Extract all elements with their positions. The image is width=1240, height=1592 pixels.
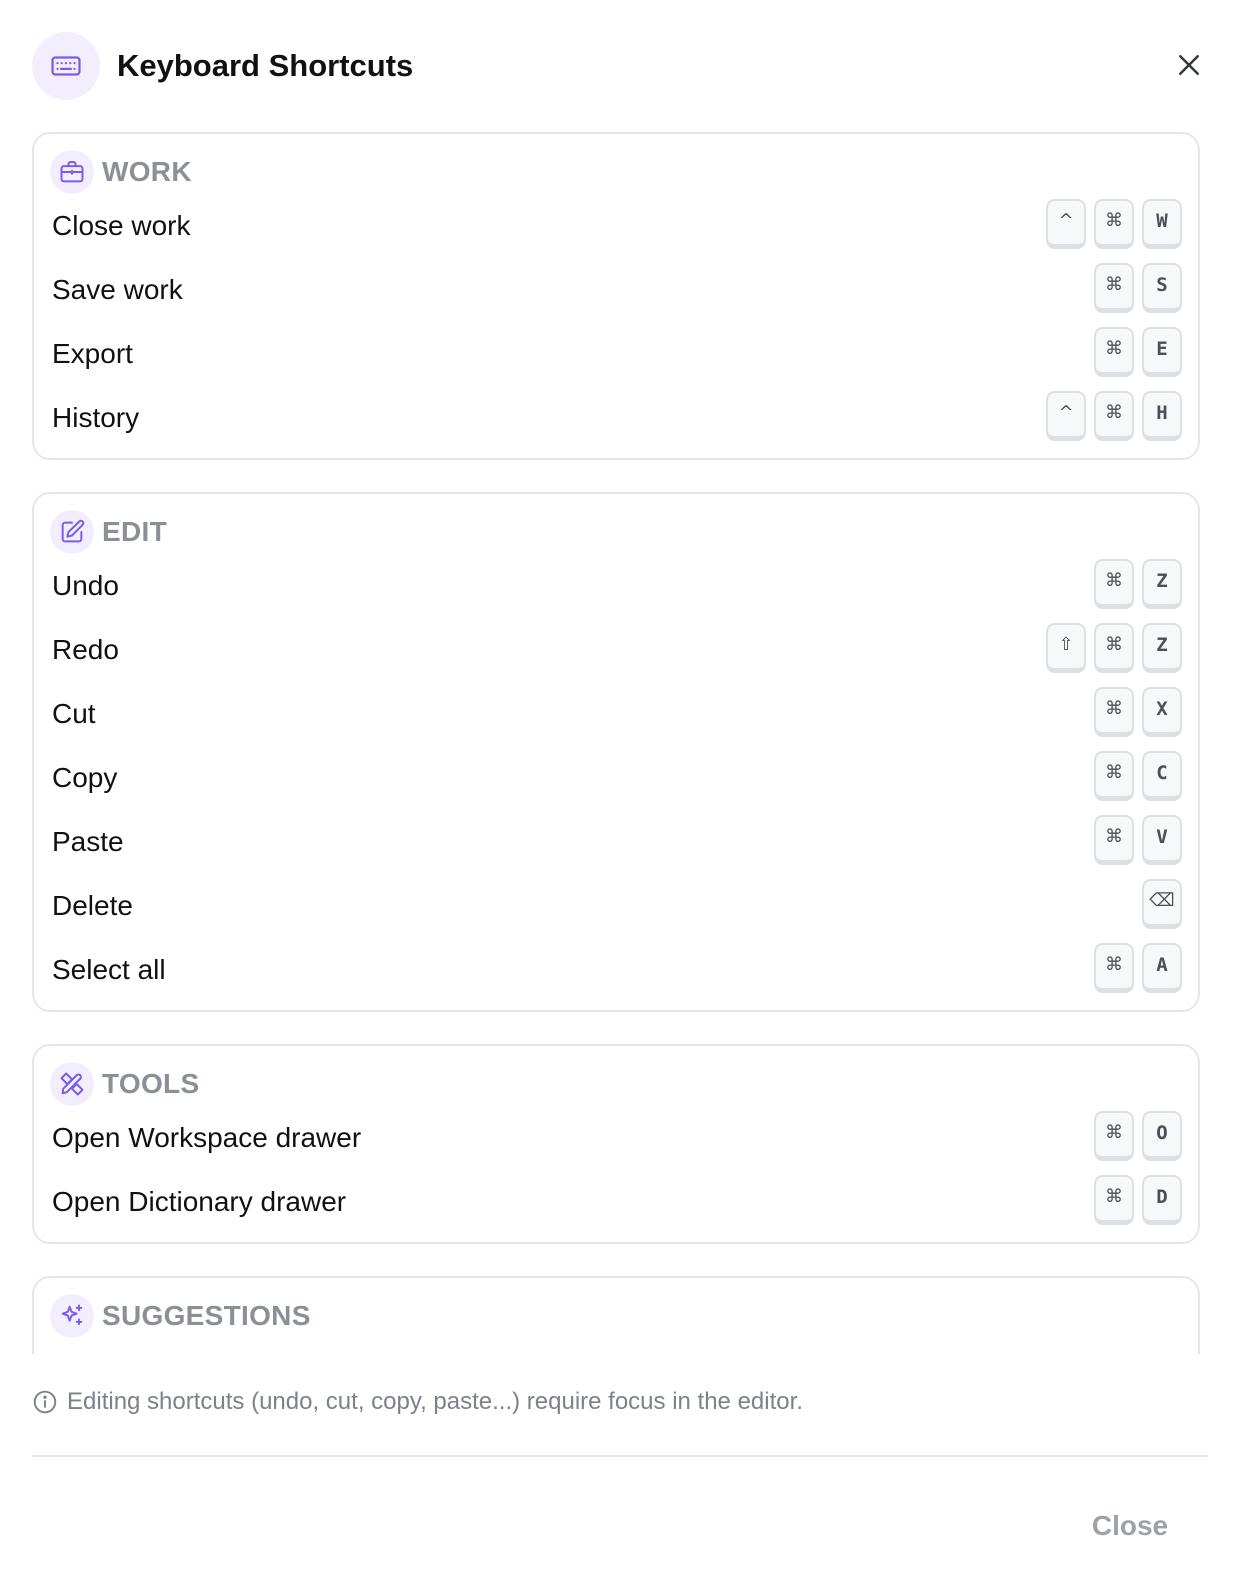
shortcut-row: Export ⌘ E <box>50 322 1182 386</box>
key-combo: ⌘ C <box>1094 751 1182 801</box>
shortcut-label: Delete <box>52 890 133 921</box>
key-combo: ⌘ O <box>1094 1111 1182 1161</box>
key-combo: ⌘ Z <box>1094 559 1182 609</box>
keycap: ⌘ <box>1094 687 1134 737</box>
keyboard-shortcuts-dialog: Keyboard Shortcuts WORK Close work ^ ⌘ W Save… <box>0 0 1240 1592</box>
keycap: ⌘ <box>1094 391 1134 441</box>
keycap: ⌘ <box>1094 751 1134 801</box>
shortcut-label: Export <box>52 338 133 369</box>
keycap: ⌘ <box>1094 263 1134 313</box>
key-combo: ⌘ S <box>1094 263 1182 313</box>
keyboard-icon <box>32 32 100 100</box>
footer-note: Editing shortcuts (undo, cut, copy, past… <box>32 1388 803 1416</box>
shortcut-label: History <box>52 402 140 433</box>
keycap: C <box>1142 751 1182 801</box>
dialog-header: Keyboard Shortcuts <box>32 32 413 100</box>
keycap: ⇧ <box>1046 623 1086 673</box>
key-combo: ⌘ A <box>1094 943 1182 993</box>
keycap: ⌘ <box>1094 1111 1134 1161</box>
keycap: Z <box>1142 559 1182 609</box>
keycap: ⌘ <box>1094 623 1134 673</box>
shortcut-label: Cut <box>52 698 96 729</box>
section-title: SUGGESTIONS <box>102 1300 311 1331</box>
key-combo: ^ ⌘ W <box>1046 199 1182 249</box>
close-icon[interactable] <box>1170 46 1208 84</box>
key-combo: ⇧ ⌘ Z <box>1046 623 1182 673</box>
shortcut-row: Select all ⌘ A <box>50 938 1182 1002</box>
shortcut-label: Save work <box>52 274 183 305</box>
shortcuts-list[interactable]: WORK Close work ^ ⌘ W Save work ⌘ S Export ⌘ E Hist… <box>32 132 1202 1354</box>
keycap: H <box>1142 391 1182 441</box>
shortcut-row: Delete ⌫ <box>50 874 1182 938</box>
keycap: ⌘ <box>1094 327 1134 377</box>
shortcut-label: Open Dictionary drawer <box>52 1186 347 1217</box>
shortcut-row: Copy ⌘ C <box>50 746 1182 810</box>
shortcut-row: Close work ^ ⌘ W <box>50 194 1182 258</box>
keycap: D <box>1142 1175 1182 1225</box>
footer-divider <box>32 1455 1208 1457</box>
keycap: V <box>1142 815 1182 865</box>
keycap: O <box>1142 1111 1182 1161</box>
shortcut-row: Cut ⌘ X <box>50 682 1182 746</box>
section-tools: TOOLS Open Workspace drawer ⌘ O Open Diction… <box>32 1044 1200 1244</box>
keycap: ^ <box>1046 199 1086 249</box>
section-header: SUGGESTIONS <box>50 1294 1182 1338</box>
dialog-title: Keyboard Shortcuts <box>117 48 414 83</box>
keycap: A <box>1142 943 1182 993</box>
shortcut-label: Open Workspace drawer <box>52 1122 362 1153</box>
keycap: ⌘ <box>1094 199 1134 249</box>
sparkles-icon <box>50 1294 94 1338</box>
info-icon <box>32 1389 58 1415</box>
keycap: ⌘ <box>1094 1175 1134 1225</box>
shortcut-row: Redo ⇧ ⌘ Z <box>50 618 1182 682</box>
key-combo: ⌘ E <box>1094 327 1182 377</box>
tools-icon <box>50 1062 94 1106</box>
key-combo: ⌘ X <box>1094 687 1182 737</box>
key-combo: ⌘ D <box>1094 1175 1182 1225</box>
key-combo: ⌫ <box>1142 879 1182 929</box>
shortcut-label: Paste <box>52 826 124 857</box>
section-header: WORK <box>50 150 1182 194</box>
close-button[interactable]: Close <box>1070 1500 1190 1552</box>
keycap: ⌘ <box>1094 943 1134 993</box>
shortcut-row: History ^ ⌘ H <box>50 386 1182 450</box>
briefcase-icon <box>50 150 94 194</box>
section-work: WORK Close work ^ ⌘ W Save work ⌘ S Export ⌘ E Hist… <box>32 132 1200 460</box>
shortcut-label: Undo <box>52 570 119 601</box>
section-title: EDIT <box>102 516 167 547</box>
keycap: ⌘ <box>1094 559 1134 609</box>
section-header: TOOLS <box>50 1062 1182 1106</box>
keycap: ⌫ <box>1142 879 1182 929</box>
keycap: ^ <box>1046 391 1086 441</box>
shortcut-label: Copy <box>52 762 118 793</box>
key-combo: ^ ⌘ H <box>1046 391 1182 441</box>
shortcut-label: Redo <box>52 634 119 665</box>
keycap: W <box>1142 199 1182 249</box>
keycap: Z <box>1142 623 1182 673</box>
keycap: E <box>1142 327 1182 377</box>
section-title: WORK <box>102 156 192 187</box>
shortcut-row: Open Workspace drawer ⌘ O <box>50 1106 1182 1170</box>
keycap: ⌘ <box>1094 815 1134 865</box>
keycap: S <box>1142 263 1182 313</box>
section-title: TOOLS <box>102 1068 200 1099</box>
section-header: EDIT <box>50 510 1182 554</box>
keycap: X <box>1142 687 1182 737</box>
shortcut-row: Undo ⌘ Z <box>50 554 1182 618</box>
pencil-square-icon <box>50 510 94 554</box>
key-combo: ⌘ V <box>1094 815 1182 865</box>
section-suggestions: SUGGESTIONS <box>32 1276 1200 1354</box>
section-edit: EDIT Undo ⌘ Z Redo ⇧ ⌘ Z Cut ⌘ X Copy ⌘ C Paste ⌘ V Delet… <box>32 492 1200 1012</box>
shortcut-row: Open Dictionary drawer ⌘ D <box>50 1170 1182 1234</box>
shortcut-label: Close work <box>52 210 191 241</box>
footer-note-text: Editing shortcuts (undo, cut, copy, past… <box>67 1388 803 1415</box>
shortcut-row: Save work ⌘ S <box>50 258 1182 322</box>
shortcut-label: Select all <box>52 954 166 985</box>
shortcut-row: Paste ⌘ V <box>50 810 1182 874</box>
